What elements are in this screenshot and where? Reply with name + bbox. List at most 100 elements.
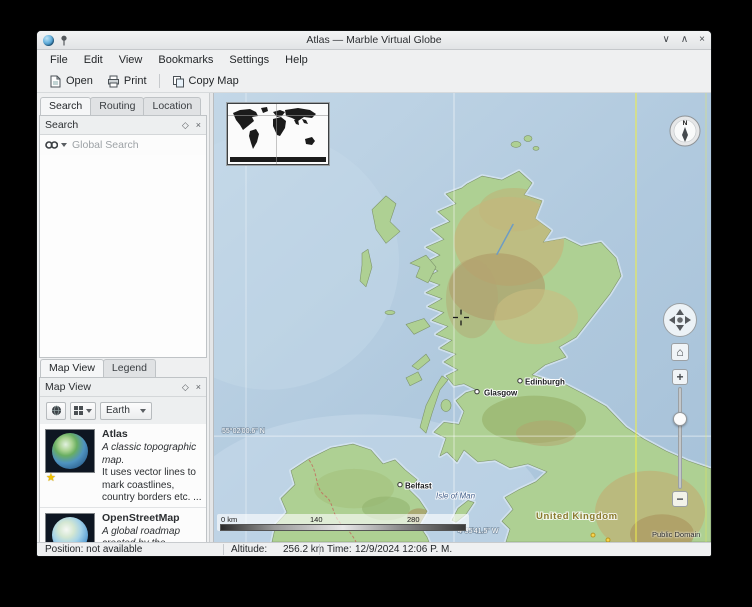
celestial-body-select[interactable]: Earth — [100, 402, 152, 420]
menu-edit[interactable]: Edit — [77, 52, 110, 68]
tab-location[interactable]: Location — [143, 97, 201, 115]
scale-mid-label: 140 — [310, 515, 323, 524]
belfast-marker — [398, 482, 402, 486]
search-dock: Search ◇ × — [39, 115, 207, 358]
app-icon — [43, 35, 54, 46]
tab-search[interactable]: Search — [40, 97, 91, 115]
print-icon — [107, 75, 120, 88]
main-area: Search Routing Location Search ◇ × — [37, 93, 711, 542]
theme-thumbnail — [45, 429, 95, 473]
projection-button[interactable] — [46, 402, 66, 420]
theme-title: Atlas — [102, 428, 202, 441]
theme-title: OpenStreetMap — [102, 512, 202, 525]
zoom-slider-track[interactable] — [678, 387, 682, 489]
copy-map-button[interactable]: Copy Map — [166, 73, 245, 90]
isle-of-man-label: Isle of Man — [436, 492, 476, 501]
theme-item-atlas[interactable]: ★ Atlas A classic topographic map. It us… — [40, 424, 206, 508]
toolbar-separator — [159, 74, 160, 88]
status-position: Position: not available — [45, 543, 142, 556]
theme-thumbnail — [45, 513, 95, 546]
desktop-background: { "window": { "title": "Atlas — Marble V… — [0, 0, 752, 607]
pan-center-dot-icon — [677, 317, 683, 323]
pin-icon[interactable] — [59, 35, 69, 46]
tab-legend[interactable]: Legend — [103, 359, 156, 377]
minimize-button[interactable]: ∨ — [663, 35, 670, 45]
theme-description: It uses vector lines to mark coastlines,… — [102, 467, 202, 505]
theme-description-italic: A classic topographic map. — [102, 442, 202, 467]
combo-caret-icon — [140, 409, 146, 413]
search-type-caret-icon[interactable] — [61, 143, 67, 147]
status-time-label: Time: — [327, 543, 352, 556]
float-panel-icon[interactable]: ◇ — [182, 382, 189, 393]
close-panel-icon[interactable]: × — [196, 382, 201, 393]
statusbar-separator — [223, 544, 224, 555]
map-attribution: Public Domain — [652, 530, 700, 539]
zoom-in-button[interactable]: + — [672, 369, 688, 385]
search-field-row — [40, 135, 206, 156]
tab-map-view[interactable]: Map View — [40, 359, 104, 377]
status-altitude-label: Altitude: — [231, 543, 267, 556]
search-results-area[interactable] — [40, 155, 206, 357]
view-mode-caret-icon — [86, 409, 92, 413]
edinburgh-label: Edinburgh — [525, 378, 565, 387]
open-icon — [49, 75, 62, 88]
float-panel-icon[interactable]: ◇ — [182, 120, 189, 131]
statusbar: Position: not available Altitude: 256.2 … — [37, 542, 711, 556]
window-title: Atlas — Marble Virtual Globe — [113, 34, 635, 46]
home-button[interactable]: ⌂ — [671, 343, 689, 361]
menu-file[interactable]: File — [43, 52, 75, 68]
glasgow-marker — [475, 389, 479, 393]
place-marker — [591, 533, 595, 537]
scale-zero-label: 0 km — [221, 515, 237, 524]
tab-routing[interactable]: Routing — [90, 97, 144, 115]
menubar: File Edit View Bookmarks Settings Help — [37, 50, 711, 70]
close-button[interactable]: × — [699, 35, 705, 45]
menu-settings[interactable]: Settings — [222, 52, 276, 68]
status-time-value: 12/9/2024 12:06 P. M. — [355, 543, 452, 556]
maximize-button[interactable]: ∧ — [681, 35, 688, 45]
zoom-out-button[interactable]: − — [672, 491, 688, 507]
compass-widget[interactable]: N — [669, 115, 701, 147]
overview-world-icon — [228, 104, 328, 164]
latitude-label: 55°02'00.6" N — [222, 427, 265, 435]
glasgow-label: Glasgow — [484, 389, 518, 398]
close-panel-icon[interactable]: × — [196, 120, 201, 131]
tiree — [385, 311, 395, 315]
united-kingdom-label: United Kingdom — [536, 511, 618, 522]
map-canvas[interactable]: 55°02'00.6" N 4°55'41.5" W Glasgow Edinb… — [214, 93, 711, 542]
zoom-slider-handle[interactable] — [673, 412, 687, 426]
scale-end-label: 280 — [407, 515, 420, 524]
star-rating-icon[interactable]: ★ — [46, 472, 56, 484]
search-dock-title: Search — [45, 119, 182, 131]
print-button[interactable]: Print — [101, 73, 153, 90]
orkney-1 — [511, 141, 521, 147]
mapview-dock-title: Map View — [45, 381, 182, 393]
view-mode-button[interactable] — [70, 402, 96, 420]
mapview-controls: Earth — [40, 397, 206, 425]
navigation-pad[interactable] — [662, 302, 698, 338]
globe-projection-icon — [51, 405, 62, 416]
compass-north-label: N — [683, 120, 688, 127]
mapview-dock-header: Map View ◇ × — [40, 378, 206, 397]
search-dock-tabbar: Search Routing Location — [40, 97, 200, 115]
menu-help[interactable]: Help — [278, 52, 315, 68]
search-dock-header: Search ◇ × — [40, 116, 206, 135]
statusbar-separator — [319, 544, 320, 555]
theme-item-openstreetmap[interactable]: ★ OpenStreetMap A global roadmap created… — [40, 508, 206, 546]
status-altitude-value: 256.2 km — [283, 543, 324, 556]
sidebar: Search Routing Location Search ◇ × — [37, 93, 209, 542]
menu-bookmarks[interactable]: Bookmarks — [151, 52, 220, 68]
overview-map[interactable] — [227, 103, 329, 165]
search-type-icon[interactable] — [45, 140, 58, 150]
copy-icon — [172, 75, 185, 88]
arran — [441, 400, 451, 412]
marble-window: Atlas — Marble Virtual Globe ∨ ∧ × File … — [36, 30, 712, 557]
map-theme-list: ★ Atlas A classic topographic map. It us… — [40, 424, 206, 546]
titlebar[interactable]: Atlas — Marble Virtual Globe ∨ ∧ × — [37, 31, 711, 50]
menu-view[interactable]: View — [112, 52, 150, 68]
mapview-dock-tabbar: Map View Legend — [40, 359, 155, 377]
open-button[interactable]: Open — [43, 73, 99, 90]
edinburgh-marker — [518, 379, 522, 383]
search-input[interactable] — [70, 138, 201, 152]
belfast-label: Belfast — [405, 482, 432, 491]
